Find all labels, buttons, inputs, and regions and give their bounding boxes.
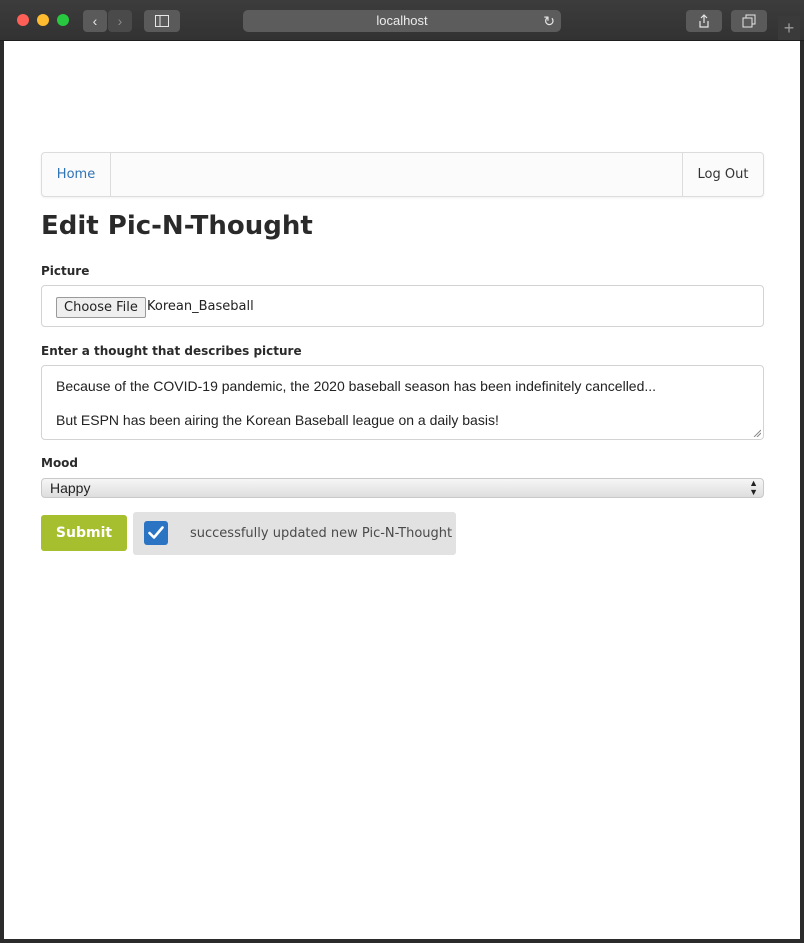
close-window-button[interactable] [17,14,29,26]
tabs-icon[interactable] [731,10,767,32]
checkbox-check-icon [144,521,168,545]
zoom-window-button[interactable] [57,14,69,26]
picture-label: Picture [41,264,90,278]
select-arrows-icon: ▲ ▼ [749,478,758,497]
choose-file-button[interactable]: Choose File [56,297,146,318]
mood-select[interactable]: Happy ▲ ▼ [41,478,764,498]
logout-link[interactable]: Log Out [682,153,763,196]
new-tab-icon[interactable]: + [778,16,800,40]
selected-file-name: Korean_Baseball [147,299,254,314]
minimize-window-button[interactable] [37,14,49,26]
thought-line: But ESPN has been airing the Korean Base… [56,412,499,428]
browser-titlebar: ‹ › localhost ↻ + [0,0,804,41]
success-toast: successfully updated new Pic-N-Thought [133,512,456,555]
url-text: localhost [376,13,428,28]
thought-line: Because of the COVID-19 pandemic, the 20… [56,378,657,394]
address-bar[interactable]: localhost ↻ [243,10,561,32]
picture-file-input[interactable]: Choose File Korean_Baseball [41,285,764,327]
sidebar-icon[interactable] [144,10,180,32]
mood-label: Mood [41,456,79,470]
share-icon[interactable] [686,10,722,32]
back-icon[interactable]: ‹ [83,10,107,32]
top-navbar: Home Log Out [41,152,764,197]
thought-label: Enter a thought that describes picture [41,344,302,358]
page-title: Edit Pic-N-Thought [41,211,313,241]
home-link[interactable]: Home [42,153,111,196]
resize-grip-icon[interactable] [753,429,761,437]
reload-icon[interactable]: ↻ [543,10,555,32]
toast-message: successfully updated new Pic-N-Thought [190,526,453,541]
submit-button[interactable]: Submit [41,515,127,551]
mood-selected-value: Happy [50,480,91,496]
thought-textarea[interactable]: Because of the COVID-19 pandemic, the 20… [41,365,764,440]
forward-icon[interactable]: › [108,10,132,32]
page-viewport: Home Log Out Edit Pic-N-Thought Picture … [4,41,800,939]
